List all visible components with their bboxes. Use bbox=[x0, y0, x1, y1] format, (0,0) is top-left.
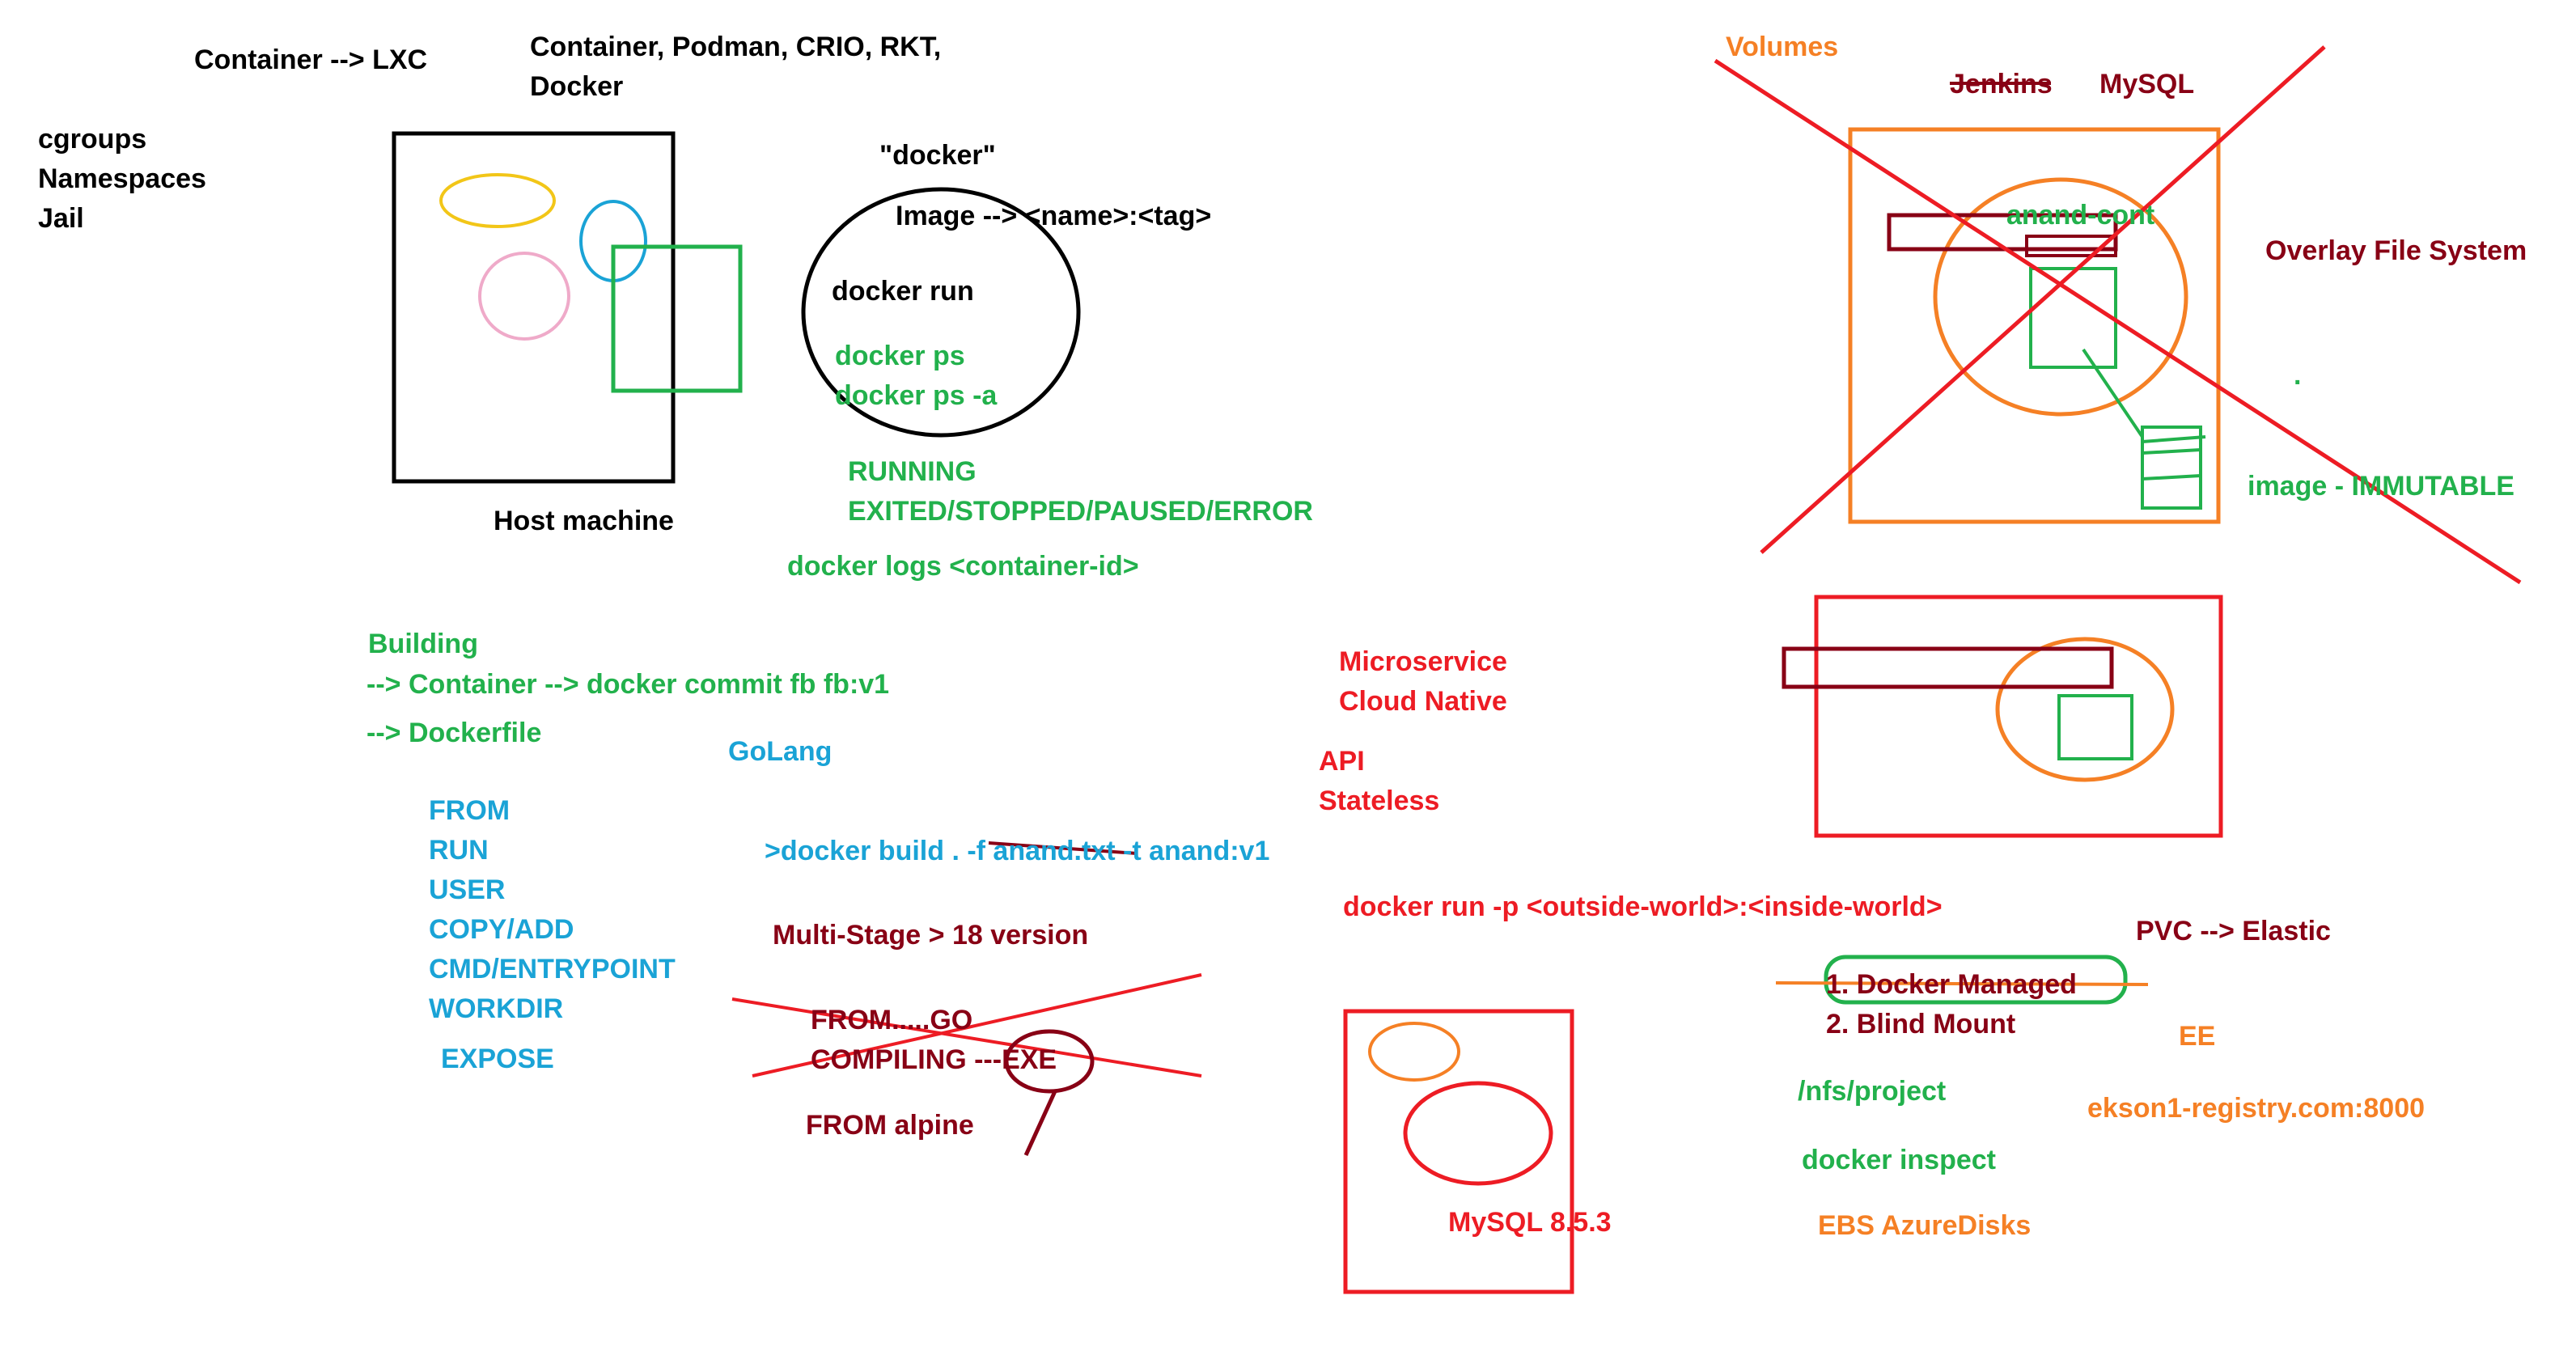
layer-line-2 bbox=[2142, 474, 2201, 481]
ee-label: EE bbox=[2179, 1021, 2216, 1052]
green-square bbox=[611, 244, 743, 393]
building-via-commit: --> Container --> docker commit fb fb:v1 bbox=[366, 669, 890, 700]
build-command: >docker build . -f anand.txt -t anand:v1 bbox=[765, 836, 1270, 866]
host-machine-label: Host machine bbox=[494, 506, 674, 536]
volumes-mysql: MySQL bbox=[2099, 69, 2195, 100]
kernel-feature-cgroups: cgroups bbox=[38, 124, 147, 155]
docker-quoted: "docker" bbox=[879, 140, 996, 171]
golang-label: GoLang bbox=[728, 736, 833, 767]
mysql-red-ellipse bbox=[1403, 1081, 1553, 1186]
kernel-feature-jail: Jail bbox=[38, 203, 84, 234]
stateless-label: Stateless bbox=[1319, 785, 1440, 816]
docker-ps-a: docker ps -a bbox=[835, 380, 998, 411]
container-lxc-label: Container --> LXC bbox=[194, 44, 428, 75]
container-yellow-ellipse bbox=[439, 173, 556, 228]
red-box bbox=[1814, 595, 2223, 838]
building-heading: Building bbox=[368, 629, 478, 659]
mysql-version-label: MySQL 8.5.3 bbox=[1448, 1207, 1612, 1238]
docker-inspect-label: docker inspect bbox=[1802, 1145, 1996, 1175]
volumes-title: Volumes bbox=[1726, 32, 1839, 62]
host-machine-box bbox=[392, 131, 676, 484]
ebs-azure-label: EBS AzureDisks bbox=[1818, 1210, 2032, 1241]
exe-tail bbox=[1023, 1090, 1057, 1157]
instruction-workdir: WORKDIR bbox=[429, 993, 564, 1024]
registry-label: ekson1-registry.com:8000 bbox=[2087, 1093, 2426, 1124]
volumes-jenkins: Jenkins bbox=[1950, 69, 2053, 100]
container-pink-ellipse bbox=[478, 252, 570, 341]
instruction-user: USER bbox=[429, 874, 506, 905]
stage-compiling: COMPILING ---EXE bbox=[811, 1044, 1057, 1075]
stage-from-go: FROM.....GO bbox=[811, 1005, 973, 1035]
instruction-from: FROM bbox=[429, 795, 511, 826]
mysql-orange-ellipse bbox=[1368, 1022, 1460, 1082]
api-label: API bbox=[1319, 746, 1365, 777]
state-others: EXITED/STOPPED/PAUSED/ERROR bbox=[848, 496, 1313, 527]
volumes-orange-box bbox=[1848, 127, 2221, 524]
cloud-native-label: Cloud Native bbox=[1339, 686, 1507, 717]
port-mapping-command: docker run -p <outside-world>:<inside-wo… bbox=[1343, 891, 1943, 922]
instruction-cmd-entrypoint: CMD/ENTRYPOINT bbox=[429, 954, 676, 984]
building-via-dockerfile: --> Dockerfile bbox=[366, 718, 542, 748]
docker-managed-label: 1. Docker Managed bbox=[1826, 969, 2077, 1000]
cross-line-2 bbox=[1760, 45, 2326, 554]
volumes-green-square bbox=[2029, 267, 2117, 369]
pvc-elastic-label: PVC --> Elastic bbox=[2136, 916, 2331, 946]
red-box-darkred-bar bbox=[1782, 646, 2114, 689]
microservice-label: Microservice bbox=[1339, 646, 1507, 677]
layer-line-3 bbox=[2142, 435, 2206, 443]
runtimes-line2: Docker bbox=[530, 71, 624, 102]
state-running: RUNNING bbox=[848, 456, 977, 487]
image-immutable-label: image - IMMUTABLE bbox=[2248, 471, 2515, 502]
instruction-expose: EXPOSE bbox=[441, 1044, 554, 1074]
overlay-fs-label: Overlay File System bbox=[2265, 235, 2527, 266]
red-box-green-square bbox=[2057, 694, 2133, 760]
docker-logs: docker logs <container-id> bbox=[787, 551, 1139, 582]
image-format: Image --> <name>:<tag> bbox=[896, 201, 1212, 231]
nfs-project-label: /nfs/project bbox=[1798, 1076, 1947, 1107]
runtimes-line1: Container, Podman, CRIO, RKT, bbox=[530, 32, 942, 62]
instruction-copy-add: COPY/ADD bbox=[429, 914, 574, 945]
volumes-container-name: anand-cont bbox=[2006, 200, 2155, 231]
docker-run: docker run bbox=[832, 276, 974, 307]
docker-ps: docker ps bbox=[835, 341, 965, 371]
kernel-feature-namespaces: Namespaces bbox=[38, 163, 206, 194]
layer-line-1 bbox=[2142, 448, 2201, 455]
instruction-run: RUN bbox=[429, 835, 489, 866]
stage-from-alpine: FROM alpine bbox=[806, 1110, 974, 1141]
volumes-dot: . bbox=[2294, 360, 2302, 391]
blind-mount-label: 2. Blind Mount bbox=[1826, 1009, 2016, 1040]
multistage-label: Multi-Stage > 18 version bbox=[773, 920, 1089, 951]
